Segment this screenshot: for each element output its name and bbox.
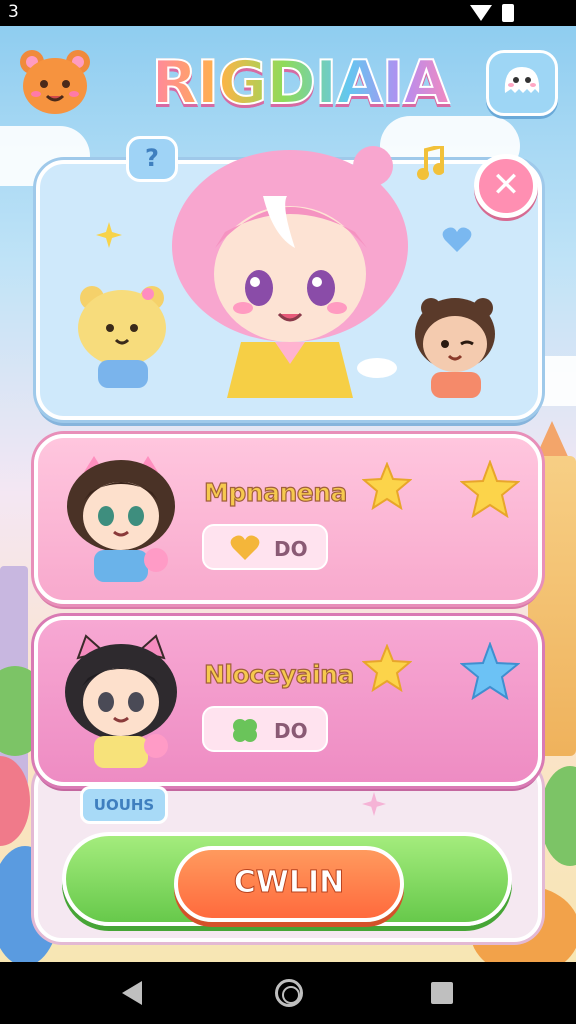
player-name: Nloceyaina [203,659,355,689]
star-icon [460,642,520,700]
home-icon[interactable] [275,979,303,1007]
stat-value: DO [274,537,308,561]
stat-chip: DO [202,706,328,752]
star-icon [362,644,412,692]
stat-chip: DO [202,524,328,570]
header: RIGDIAIA [0,36,576,126]
battery-icon [502,4,514,22]
small-tag-button[interactable]: UOUHS [80,786,168,824]
ghost-chat-icon [504,67,540,93]
main-action-button[interactable]: CWLIN [174,846,404,922]
star-icon [362,462,412,510]
close-icon: ✕ [491,165,521,205]
game-title: RIGDIAIA [140,47,460,119]
sparkle-icon [362,792,386,816]
navigation-bar [0,962,576,1024]
chat-button[interactable] [486,50,558,116]
player-avatar [56,450,186,590]
status-time: 3 [8,2,19,22]
back-icon[interactable] [122,981,142,1005]
player-card[interactable]: Nloceyaina DO [34,616,542,786]
sparkle-icon [96,222,122,248]
close-button[interactable]: ✕ [474,154,538,218]
heart-icon [230,535,260,560]
heart-icon [442,227,472,252]
star-icon [460,460,520,518]
status-bar: 3 [0,0,576,26]
status-icons [470,4,514,22]
bush [540,766,576,866]
player-avatar [56,630,186,778]
clover-icon [233,719,257,742]
player-name: Mpnanena [203,477,348,507]
wifi-icon [470,5,492,21]
music-note-icon [417,146,444,180]
brown-hair-kid-character [405,288,505,406]
bear-badge-icon[interactable] [16,46,94,118]
player-card[interactable]: Mpnanena DO [34,434,542,604]
stat-value: DO [274,719,308,743]
pink-hair-girl-character [155,136,425,406]
recents-icon[interactable] [431,982,453,1004]
